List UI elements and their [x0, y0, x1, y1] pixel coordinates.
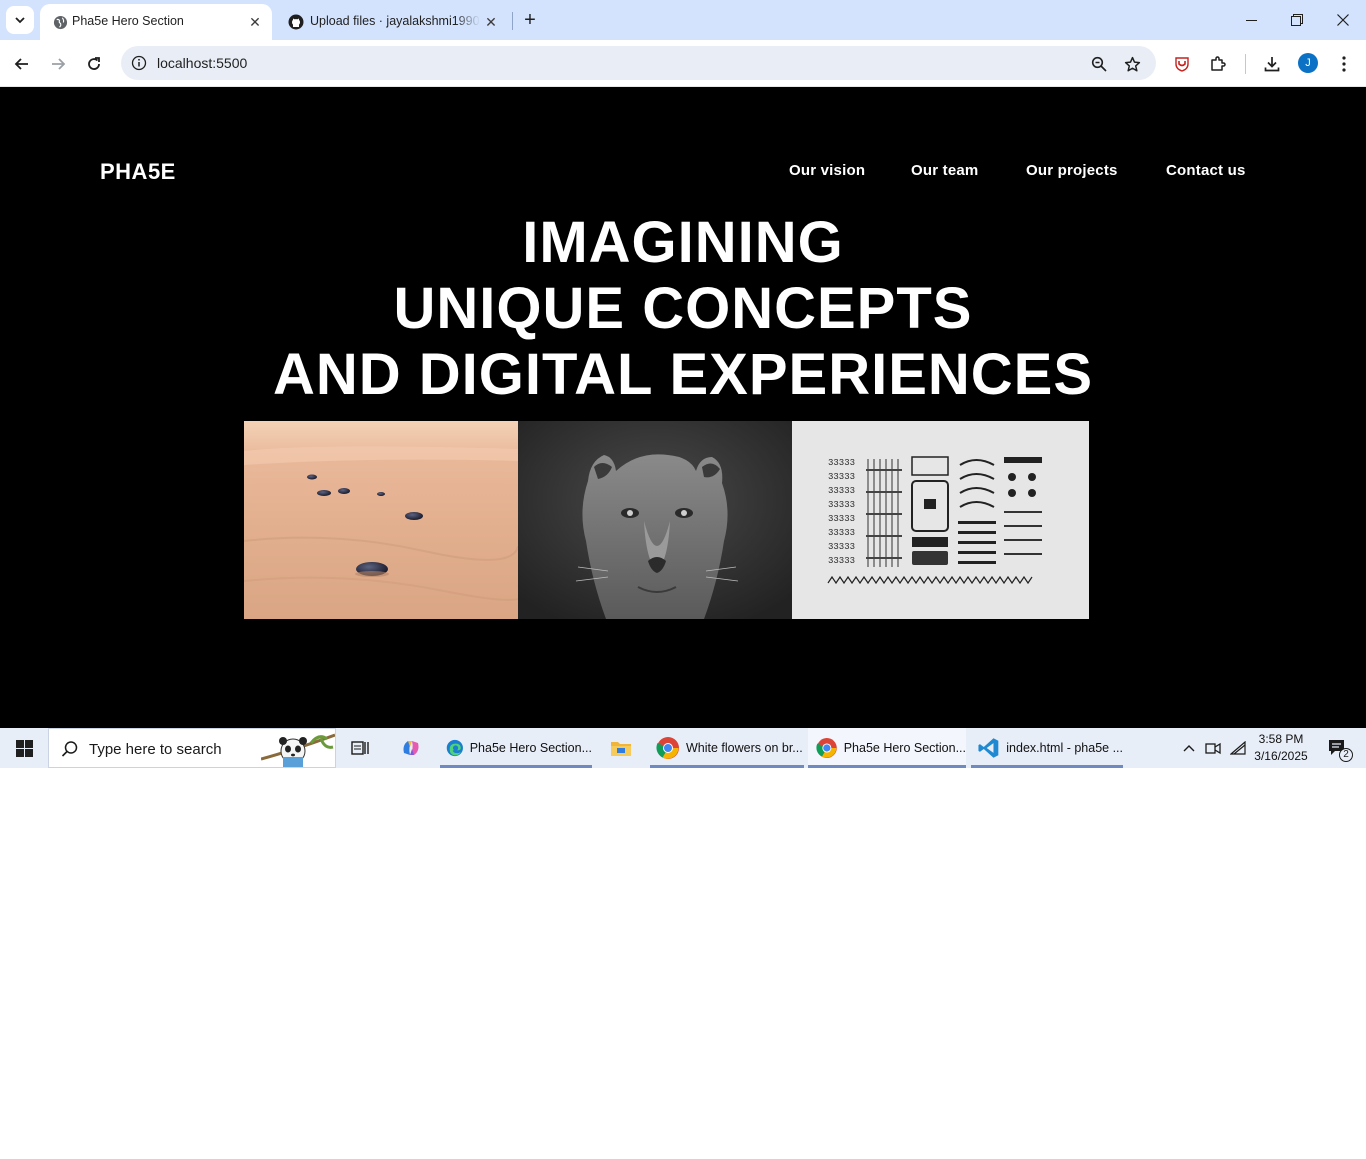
taskbar-app-chrome-white-flowers[interactable]: White flowers on br...	[650, 728, 804, 768]
reload-button[interactable]	[80, 50, 108, 78]
running-indicator	[650, 765, 804, 768]
browser-toolbar: localhost:5500 J	[0, 40, 1366, 87]
taskbar-search-box[interactable]: Type here to search	[48, 728, 336, 768]
restore-icon	[1291, 14, 1303, 26]
notification-count-badge: 2	[1339, 748, 1353, 762]
chrome-icon	[816, 738, 837, 758]
hero-heading-line-3: AND DIGITAL EXPERIENCES	[272, 342, 1094, 407]
more-menu-icon[interactable]	[1333, 53, 1355, 75]
svg-text:33333: 33333	[828, 500, 855, 510]
extensions-puzzle-icon[interactable]	[1207, 53, 1229, 75]
close-tab-icon[interactable]: ✕	[482, 13, 500, 31]
pebbles-on-sand-image	[244, 421, 518, 619]
reload-icon	[88, 57, 100, 70]
minimize-window-button[interactable]	[1228, 0, 1274, 40]
clock-date: 3/16/2025	[1254, 749, 1308, 763]
svg-text:33333: 33333	[828, 556, 855, 566]
nav-link-our-projects[interactable]: Our projects	[1026, 162, 1118, 179]
tab-search-button[interactable]	[6, 6, 34, 34]
globe-icon	[52, 14, 68, 30]
folder-icon	[611, 742, 631, 756]
nav-link-our-team[interactable]: Our team	[911, 162, 978, 179]
running-indicator	[440, 765, 592, 768]
svg-text:33333: 33333	[828, 542, 855, 552]
taskbar-app-file-explorer[interactable]	[604, 728, 638, 768]
taskbar-app-label: White flowers on br...	[686, 741, 803, 755]
profile-avatar[interactable]: J	[1298, 53, 1318, 73]
taskbar-app-label: Pha5e Hero Section...	[469, 741, 592, 755]
notification-center-button[interactable]: 2	[1320, 728, 1356, 768]
clock-time: 3:58 PM	[1258, 732, 1304, 746]
task-view-icon	[351, 741, 369, 755]
taskbar-app-label: index.html - pha5e ...	[1006, 741, 1123, 755]
taskbar-app-label: Pha5e Hero Section...	[843, 741, 966, 755]
running-indicator	[808, 765, 966, 768]
download-icon[interactable]	[1261, 53, 1283, 75]
url-text[interactable]: localhost:5500	[157, 55, 247, 71]
page-hero-section: PHA5E Our vision Our team Our projects C…	[0, 87, 1366, 728]
start-button[interactable]	[0, 728, 48, 768]
tab-upload-files[interactable]: Upload files · jayalakshmi1990/p ✕	[276, 4, 508, 40]
windows-logo-icon	[15, 739, 33, 757]
address-bar[interactable]: localhost:5500	[121, 46, 1156, 80]
show-hidden-icons-button[interactable]	[1178, 728, 1200, 768]
tab-title: Pha5e Hero Section	[72, 14, 184, 28]
minimize-icon	[1245, 19, 1257, 21]
chrome-icon	[656, 737, 679, 759]
hero-heading-line-1: IMAGINING	[522, 210, 844, 275]
meet-now-button[interactable]	[1202, 728, 1224, 768]
nav-link-our-vision[interactable]: Our vision	[789, 162, 865, 179]
camera-icon	[1205, 742, 1221, 755]
taskbar-app-edge-pha5e[interactable]: Pha5e Hero Section...	[440, 728, 592, 768]
toolbar-divider	[1245, 54, 1246, 74]
hero-heading-line-2: UNIQUE CONCEPTS	[393, 276, 973, 341]
back-button[interactable]	[8, 50, 36, 78]
taskbar-app-vscode[interactable]: index.html - pha5e ...	[971, 728, 1123, 768]
chevron-up-icon	[1183, 745, 1195, 752]
browser-tab-bar: Pha5e Hero Section ✕ Upload files · jaya…	[0, 0, 1366, 40]
close-icon	[1337, 14, 1349, 26]
svg-text:33333: 33333	[828, 458, 855, 468]
running-indicator	[971, 765, 1123, 768]
svg-text:33333: 33333	[828, 514, 855, 524]
windows-taskbar: Type here to search Pha5e Hero Section..…	[0, 728, 1366, 768]
close-window-button[interactable]	[1320, 0, 1366, 40]
tab-divider	[512, 12, 513, 30]
svg-text:33333: 33333	[828, 472, 855, 482]
lioness-image	[518, 421, 792, 619]
new-tab-button[interactable]: +	[518, 8, 542, 32]
github-icon	[288, 14, 304, 30]
zoom-icon[interactable]	[1089, 54, 1109, 74]
bookmark-star-icon[interactable]	[1122, 54, 1142, 74]
task-view-button[interactable]	[346, 728, 374, 768]
close-tab-icon[interactable]: ✕	[246, 13, 264, 31]
site-info-icon[interactable]	[131, 55, 147, 71]
copilot-icon	[403, 741, 419, 755]
hero-image-gallery: 33333 33333 33333 33333 33333 33333 33333 333…	[244, 421, 1089, 619]
taskbar-app-chrome-pha5e[interactable]: Pha5e Hero Section...	[808, 728, 966, 768]
copilot-button[interactable]	[396, 728, 426, 768]
network-button[interactable]	[1227, 728, 1249, 768]
nav-link-contact-us[interactable]: Contact us	[1166, 162, 1246, 179]
edge-icon	[446, 739, 463, 757]
search-icon	[61, 741, 78, 757]
svg-text:33333: 33333	[828, 528, 855, 538]
forward-button[interactable]	[44, 50, 72, 78]
tab-pha5e-hero[interactable]: Pha5e Hero Section ✕	[40, 4, 272, 40]
wifi-icon	[1230, 741, 1246, 755]
arrow-left-icon	[14, 58, 28, 70]
extension-shield-icon[interactable]	[1171, 53, 1193, 75]
chevron-down-icon	[15, 17, 25, 24]
typewriter-parts-image: 33333 33333 33333 33333 33333 33333 33333 333…	[792, 421, 1089, 619]
site-logo[interactable]: PHA5E	[100, 159, 176, 185]
restore-window-button[interactable]	[1274, 0, 1320, 40]
arrow-right-icon	[52, 58, 66, 70]
search-highlight-panda-icon	[261, 733, 335, 767]
search-placeholder: Type here to search	[89, 741, 222, 758]
system-clock[interactable]: 3:58 PM 3/16/2025	[1248, 731, 1314, 765]
tab-title: Upload files · jayalakshmi1990/p	[310, 14, 480, 28]
vscode-icon	[978, 738, 999, 758]
svg-text:33333: 33333	[828, 486, 855, 496]
